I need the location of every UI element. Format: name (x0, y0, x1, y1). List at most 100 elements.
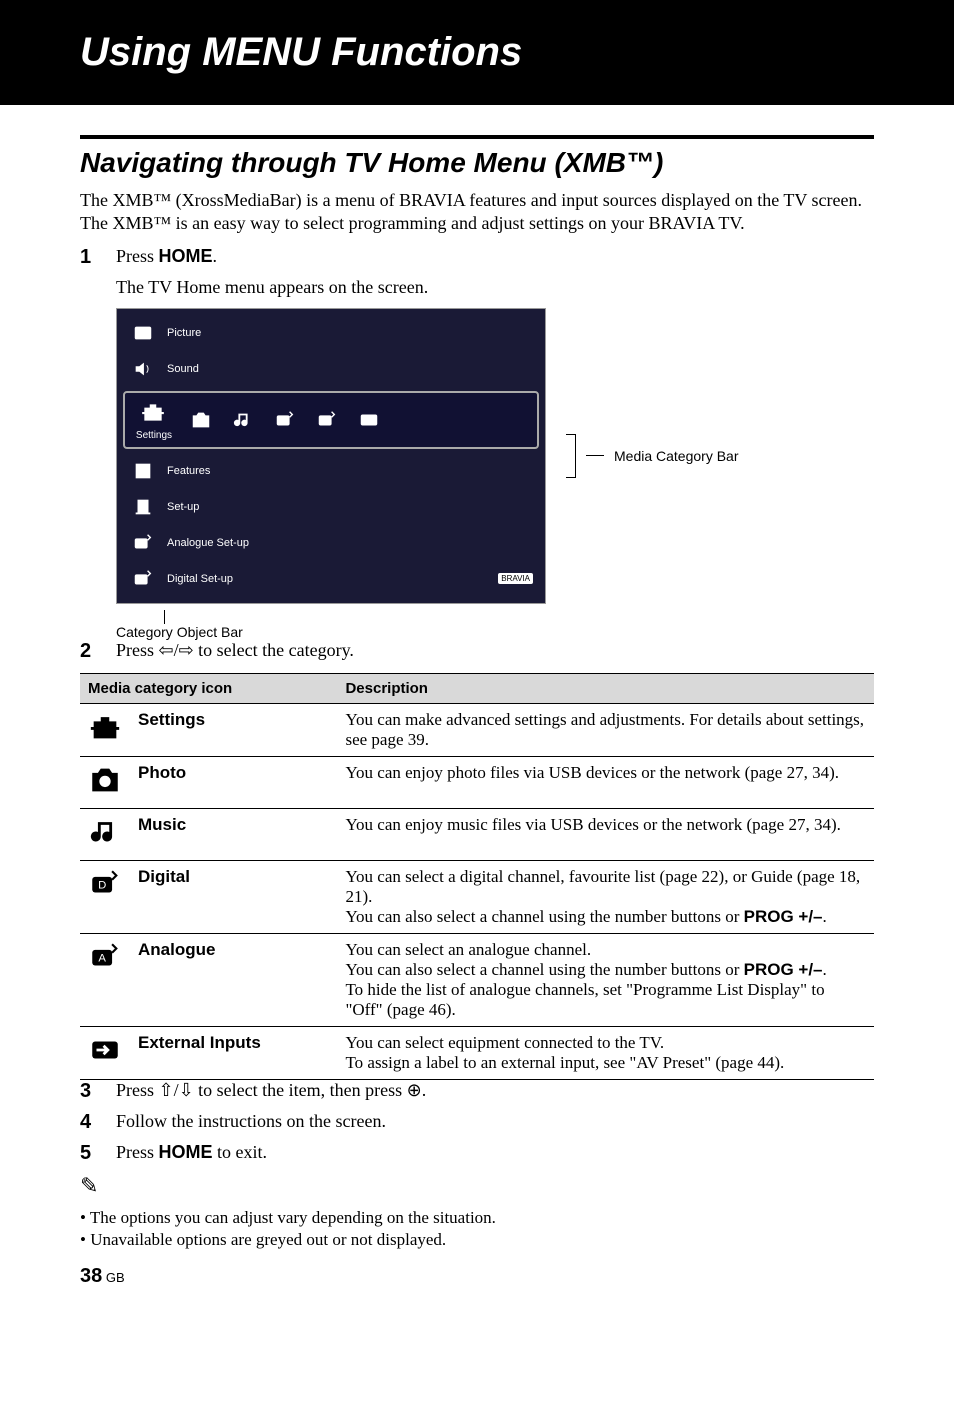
page-number: 38 GB (80, 1265, 874, 1288)
home-key: HOME (159, 246, 213, 266)
step-4-text: Follow the instructions on the screen. (116, 1111, 874, 1134)
table-row: Photo You can enjoy photo files via USB d… (80, 756, 874, 808)
row-icon-cell (80, 703, 130, 756)
music-icon (229, 406, 257, 434)
photo-icon (187, 406, 215, 434)
row-name: Digital (138, 867, 190, 886)
settings-icon (88, 710, 122, 744)
row-desc: You can select equipment connected to th… (337, 1026, 874, 1079)
photo-icon (88, 763, 122, 797)
row-name: Music (138, 815, 186, 834)
media-bar-callout: Media Category Bar (566, 434, 739, 478)
step-1-number: 1 (80, 246, 98, 269)
analogue-icon (88, 940, 122, 974)
row-icon-cell (80, 1026, 130, 1079)
chapter-banner: Using MENU Functions (0, 0, 954, 105)
row-name-cell: Settings (130, 703, 337, 756)
category-bar-callout: Category Object Bar (116, 610, 874, 640)
step-1-sub: The TV Home menu appears on the screen. (116, 277, 874, 298)
row-desc: You can enjoy photo files via USB device… (337, 756, 874, 808)
step-2-number: 2 (80, 640, 98, 663)
xmb-label-picture: Picture (167, 327, 201, 339)
section-title: Navigating through TV Home Menu (XMB™) (80, 147, 874, 179)
row-icon-cell (80, 808, 130, 860)
row-desc: You can enjoy music files via USB device… (337, 808, 874, 860)
xmb-row-setup: Set-up (123, 489, 539, 525)
table-row: Digital You can select a digital channel,… (80, 860, 874, 933)
xmb-screen: Picture Sound Settings (116, 308, 546, 604)
sound-icon (129, 355, 157, 383)
features-icon (129, 457, 157, 485)
xmb-label-digital-setup: Digital Set-up (167, 573, 233, 585)
media-category-table: Media category icon Description Settings… (80, 673, 874, 1080)
page-content: Navigating through TV Home Menu (XMB™) T… (0, 105, 954, 1308)
bracket-graphic (566, 434, 576, 478)
step-1: 1 Press HOME. (80, 246, 874, 269)
chapter-title: Using MENU Functions (80, 30, 914, 75)
row-icon-cell (80, 756, 130, 808)
home-key-2: HOME (159, 1142, 213, 1162)
row-name-cell: Digital (130, 860, 337, 933)
step-2-text: Press ⇦/⇨ to select the category. (116, 640, 874, 663)
step-5-number: 5 (80, 1142, 98, 1165)
settings-col: Settings (133, 399, 173, 441)
external inputs-icon (88, 1033, 122, 1067)
note-item: • Unavailable options are greyed out or … (80, 1229, 874, 1251)
step-3: 3 Press ⇧/⇩ to select the item, then pre… (80, 1080, 874, 1103)
digital-icon (88, 867, 122, 901)
row-icon-cell (80, 860, 130, 933)
row-name-cell: Photo (130, 756, 337, 808)
xmb-label-analogue-setup: Analogue Set-up (167, 537, 249, 549)
analogue-setup-icon (129, 529, 157, 557)
th-icon: Media category icon (80, 673, 337, 703)
xmb-row-digital-setup: Digital Set-up BRAVIA (123, 561, 539, 597)
row-name: Analogue (138, 940, 215, 959)
step-2: 2 Press ⇦/⇨ to select the category. (80, 640, 874, 663)
category-bar-label: Category Object Bar (116, 624, 243, 640)
xmb-label-sound: Sound (167, 363, 199, 375)
row-name: Photo (138, 763, 186, 782)
row-name: External Inputs (138, 1033, 261, 1052)
row-desc: You can select a digital channel, favour… (337, 860, 874, 933)
picture-icon (129, 319, 157, 347)
music-icon (88, 815, 122, 849)
setup-icon (129, 493, 157, 521)
xmb-row-sound: Sound (123, 351, 539, 387)
bravia-tag: BRAVIA (498, 573, 533, 584)
step-1-text: Press HOME. (116, 246, 874, 269)
row-icon-cell (80, 933, 130, 1026)
xmb-label-setup: Set-up (167, 501, 199, 513)
analogue-icon (313, 406, 341, 434)
step-3-text: Press ⇧/⇩ to select the item, then press… (116, 1080, 874, 1103)
row-name: Settings (138, 710, 205, 729)
digital-icon (271, 406, 299, 434)
xmb-media-bar: Settings (123, 391, 539, 449)
media-bar-label: Media Category Bar (614, 448, 739, 464)
xmb-row-features: Features (123, 453, 539, 489)
step-3-number: 3 (80, 1080, 98, 1103)
row-name-cell: Music (130, 808, 337, 860)
table-row: Analogue You can select an analogue chann… (80, 933, 874, 1026)
intro-text: The XMB™ (XrossMediaBar) is a menu of BR… (80, 189, 874, 236)
external-inputs-icon (355, 406, 383, 434)
row-desc: You can make advanced settings and adjus… (337, 703, 874, 756)
xmb-illustration: Picture Sound Settings (116, 308, 874, 604)
note-item: • The options you can adjust vary depend… (80, 1207, 874, 1229)
xmb-label-features: Features (167, 465, 210, 477)
th-desc: Description (337, 673, 874, 703)
table-row: External Inputs You can select equipment … (80, 1026, 874, 1079)
row-desc: You can select an analogue channel.You c… (337, 933, 874, 1026)
step-4: 4 Follow the instructions on the screen. (80, 1111, 874, 1134)
xmb-row-picture: Picture (123, 315, 539, 351)
xmb-label-settings: Settings (135, 430, 173, 441)
step-5: 5 Press HOME to exit. (80, 1142, 874, 1165)
notes-list: • The options you can adjust vary depend… (80, 1207, 874, 1251)
row-name-cell: External Inputs (130, 1026, 337, 1079)
table-row: Settings You can make advanced settings a… (80, 703, 874, 756)
step-4-number: 4 (80, 1111, 98, 1134)
xmb-row-analogue-setup: Analogue Set-up (123, 525, 539, 561)
row-name-cell: Analogue (130, 933, 337, 1026)
table-row: Music You can enjoy music files via USB d… (80, 808, 874, 860)
note-icon: ✎ (80, 1173, 874, 1199)
step-5-text: Press HOME to exit. (116, 1142, 874, 1165)
